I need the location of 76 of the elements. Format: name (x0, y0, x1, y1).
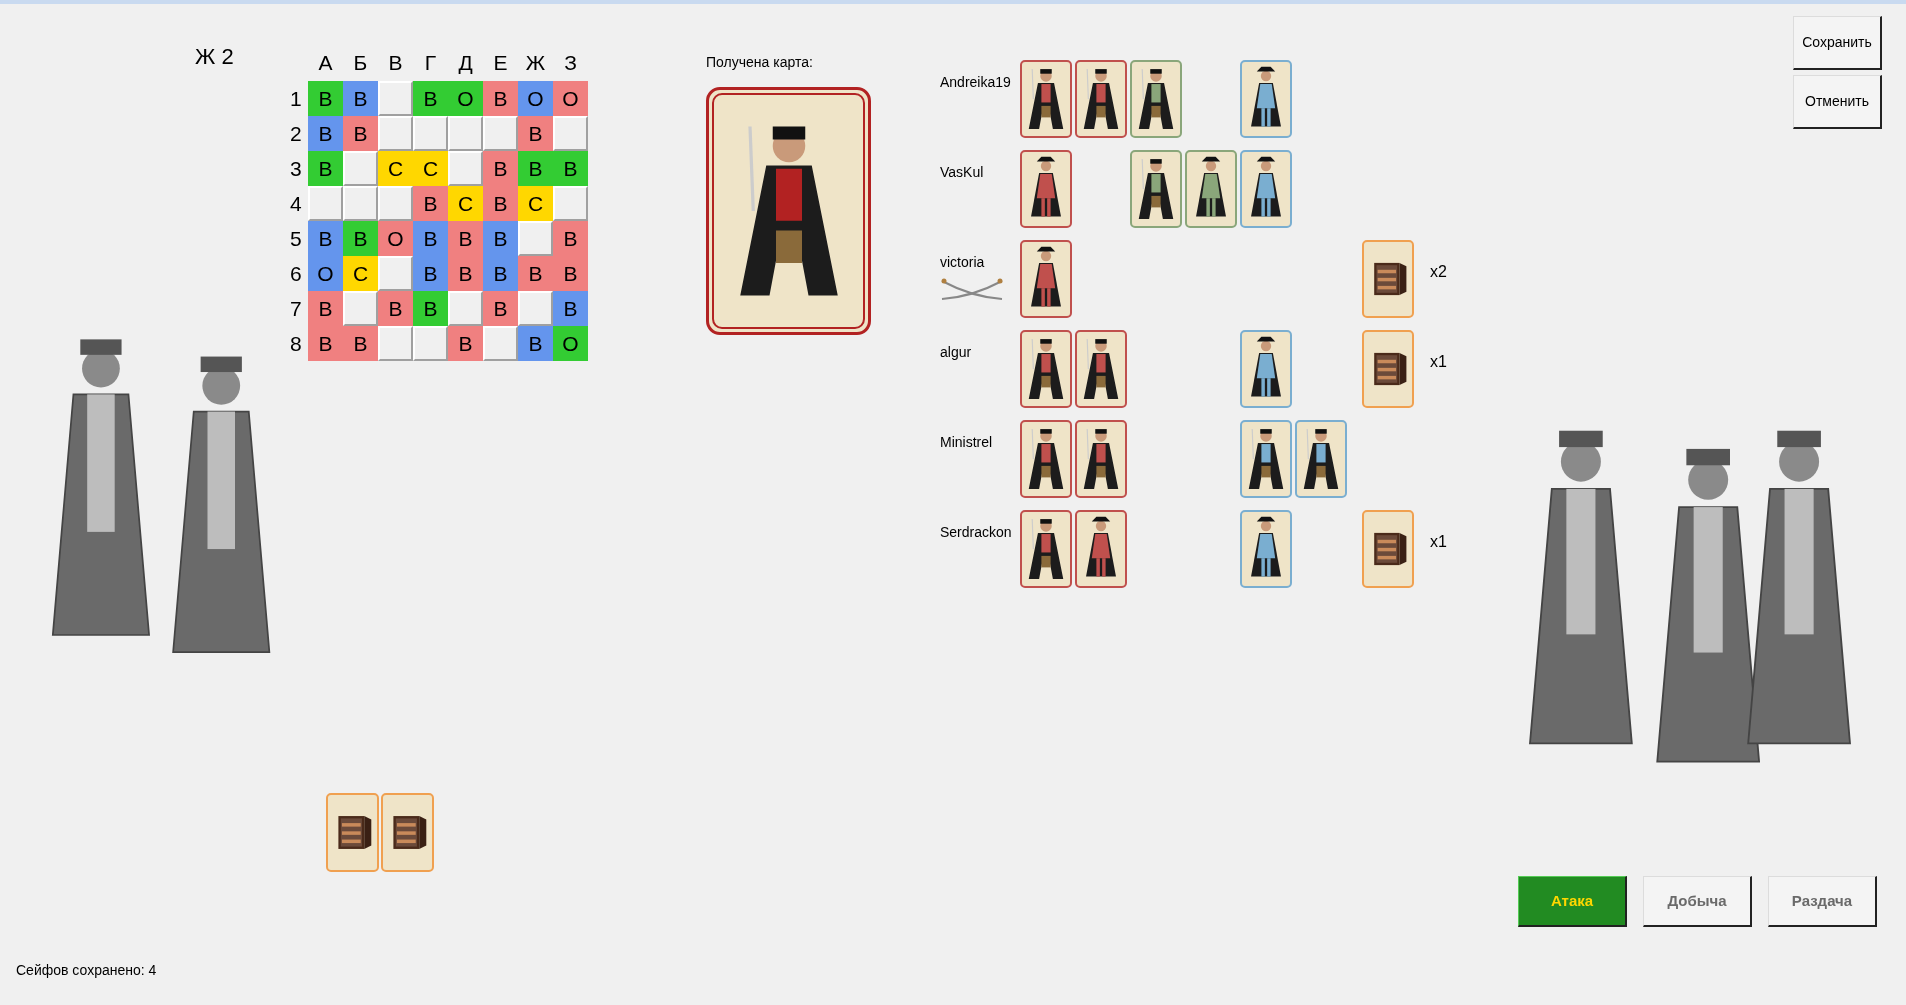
board-cell[interactable]: В (413, 221, 448, 256)
action-button[interactable]: Раздача (1768, 876, 1877, 927)
received-card-label: Получена карта: (706, 53, 813, 72)
column-header: В (387, 49, 404, 76)
board-cell[interactable]: С (413, 151, 448, 186)
board-cell[interactable]: В (343, 81, 378, 116)
toolbar-button[interactable]: Отменить (1793, 75, 1882, 129)
board-cell[interactable]: В (308, 326, 343, 361)
row-header: 2 (290, 121, 303, 147)
board-cell[interactable]: О (553, 81, 588, 116)
action-button[interactable]: Добыча (1643, 876, 1752, 927)
board-cell[interactable]: О (378, 221, 413, 256)
board-cell[interactable]: В (483, 256, 518, 291)
board-cell[interactable]: В (343, 116, 378, 151)
board-cell[interactable]: С (343, 256, 378, 291)
board-cell[interactable]: О (518, 81, 553, 116)
board-cell[interactable]: В (308, 291, 343, 326)
board-cell[interactable]: В (413, 256, 448, 291)
row-header: 5 (290, 226, 303, 252)
board-cell[interactable]: В (448, 326, 483, 361)
board-cell[interactable]: В (518, 256, 553, 291)
board-cell[interactable]: В (378, 291, 413, 326)
column-header: З (563, 49, 578, 76)
player-name: Serdrackon (940, 523, 1012, 542)
safe-count: x1 (1430, 352, 1447, 372)
board-cell[interactable]: В (553, 221, 588, 256)
board-cell[interactable]: В (413, 291, 448, 326)
board-cell[interactable]: В (483, 186, 518, 221)
board-cell[interactable]: В (553, 291, 588, 326)
column-header: Д (457, 49, 474, 76)
board-cell[interactable]: В (483, 151, 518, 186)
board-cell[interactable]: О (448, 81, 483, 116)
board-cell[interactable]: В (448, 221, 483, 256)
board-cell[interactable]: В (343, 221, 378, 256)
board-cell[interactable]: О (308, 256, 343, 291)
row-header: 1 (290, 86, 303, 112)
board-cell[interactable]: С (518, 186, 553, 221)
board-cell[interactable]: О (553, 326, 588, 361)
player-name: Ministrel (940, 433, 993, 452)
board-cell[interactable]: В (308, 81, 343, 116)
board-cell[interactable]: В (483, 221, 518, 256)
board-cell[interactable]: В (518, 326, 553, 361)
player-name: Andreika19 (940, 73, 1011, 92)
board-cell[interactable]: В (483, 291, 518, 326)
player-name: victoria (940, 253, 985, 272)
board-cell[interactable]: В (308, 151, 343, 186)
board-cell[interactable]: С (448, 186, 483, 221)
board-cell[interactable]: В (483, 81, 518, 116)
board-cell[interactable]: В (413, 186, 448, 221)
row-header: 6 (290, 261, 303, 287)
player-name: algur (940, 343, 972, 362)
board-cell[interactable]: В (343, 326, 378, 361)
saved-safes-status: Сейфов сохранено: 4 (16, 961, 157, 980)
board-cell[interactable]: В (553, 256, 588, 291)
board-cell[interactable]: В (308, 116, 343, 151)
toolbar-button[interactable]: Сохранить (1793, 16, 1882, 70)
safe-count: x2 (1430, 262, 1447, 282)
column-header: Б (352, 49, 369, 76)
column-header: Ж (524, 49, 547, 76)
board-cell[interactable]: В (553, 151, 588, 186)
board-cell[interactable]: В (518, 151, 553, 186)
column-header: Е (492, 49, 509, 76)
row-header: 8 (290, 331, 303, 357)
column-header: А (317, 49, 334, 76)
row-header: 4 (290, 191, 303, 217)
safe-count: x1 (1430, 532, 1447, 552)
row-header: 3 (290, 156, 303, 182)
column-header: Г (423, 49, 438, 76)
board-cell[interactable]: В (413, 81, 448, 116)
board-cell[interactable]: В (308, 221, 343, 256)
player-label: Ж 2 (195, 43, 234, 71)
board-cell[interactable]: В (448, 256, 483, 291)
player-name: VasKul (940, 163, 984, 182)
board-cell[interactable]: С (378, 151, 413, 186)
row-header: 7 (290, 296, 303, 322)
board-cell[interactable]: В (518, 116, 553, 151)
